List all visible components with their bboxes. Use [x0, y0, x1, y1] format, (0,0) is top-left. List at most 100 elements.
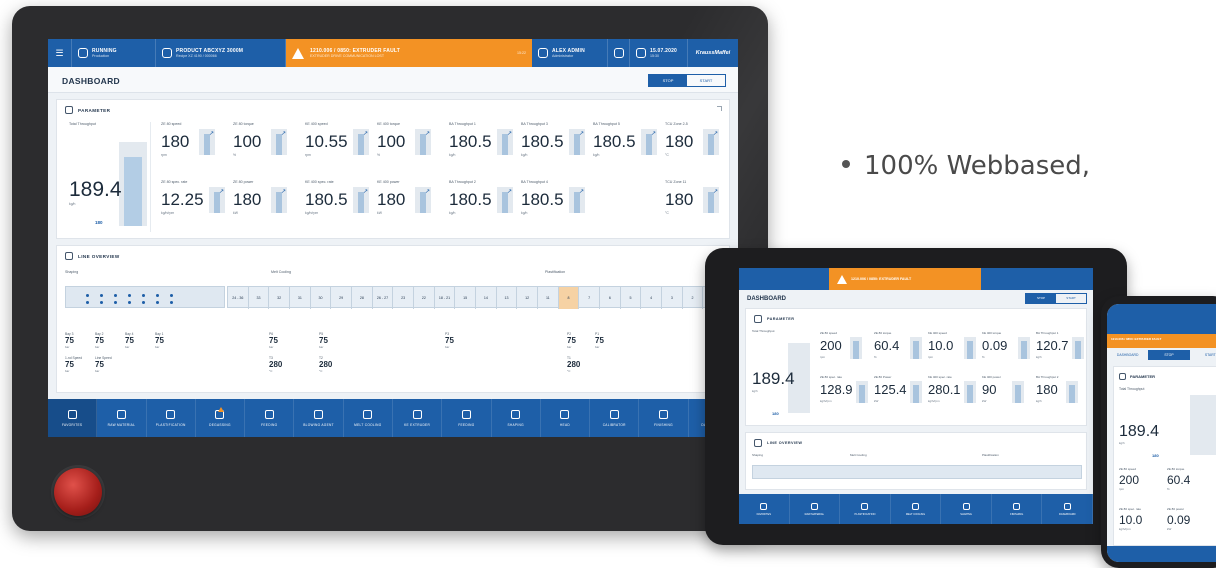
parameter-tile[interactable]: ZE 80 spec. rate 12.25 kg/h/rpm ↗ — [161, 180, 225, 220]
phone-parameter-tile[interactable]: ZE 80 power 0.09 kW — [1167, 507, 1213, 543]
zone-cell[interactable]: 6 — [600, 287, 621, 309]
zone-cell[interactable]: 26 - 27 — [373, 287, 394, 309]
nav-item-ke-extruder[interactable]: KE EXTRUDER — [393, 399, 443, 437]
nav-item-plastification[interactable]: PLASTIFICATION — [147, 399, 196, 437]
zone-cell[interactable]: 13 — [497, 287, 518, 309]
tablet-parameter-tile[interactable]: BA Throughput 2 180 kg/h — [1036, 375, 1092, 409]
tablet-nav-item-finishing[interactable]: FINISHING — [992, 494, 1043, 524]
zone-cell[interactable]: 12 — [517, 287, 538, 309]
parameter-tile[interactable]: BA Throughput 4 180.5 kg/h ↗ — [521, 180, 585, 220]
tablet-parameter-tile[interactable]: ZE 80 torque 60.4% — [874, 331, 930, 365]
expand-icon[interactable] — [717, 106, 722, 111]
tablet-line-strip[interactable] — [752, 465, 1082, 479]
stop-button[interactable]: STOP — [649, 75, 687, 86]
parameter-tile[interactable]: BA Throughput 1 180.5 kg/h ↗ — [449, 122, 513, 162]
zone-cell[interactable]: 2 — [683, 287, 704, 309]
tablet-nav-item-dashboard[interactable]: DASHBOARD — [1042, 494, 1093, 524]
parameter-tile[interactable]: BA Throughput 3 180.5 kg/h ↗ — [521, 122, 585, 162]
nav-item-raw-material[interactable]: RAW MATERIAL — [97, 399, 147, 437]
tile-label: TCU Zone 2-5 — [665, 122, 688, 126]
phone-parameter-tile[interactable]: ZE 80 spec. rate 10.0 kg/h/rpm — [1119, 507, 1165, 543]
zone-cell[interactable]: 8 — [558, 287, 580, 309]
tablet-nav-item-plastification[interactable]: PLASTIFICATION — [840, 494, 891, 524]
nav-icon — [314, 409, 324, 419]
parameter-tile[interactable]: BA Throughput 2 180.5 kg/h ↗ — [449, 180, 513, 220]
nav-item-blowing-agent[interactable]: BLOWING AGENT — [294, 399, 344, 437]
nav-item-shaping[interactable]: SHAPING — [492, 399, 541, 437]
tablet-nav-item-melt-cooling[interactable]: MELT COOLING — [891, 494, 942, 524]
start-button[interactable]: START — [687, 75, 725, 86]
tablet-parameter-tile[interactable]: BA Throughput 1 120.7 kg/h — [1036, 331, 1092, 365]
phone-parameter-tile[interactable]: ZE 80 torque 60.4% — [1167, 467, 1213, 503]
zone-cell[interactable]: 5 — [621, 287, 642, 309]
nav-item-head[interactable]: HEAD — [541, 399, 591, 437]
product-display[interactable]: PRODUCT ABCXYZ 3000M Recipe XZ 4190 / 000… — [156, 39, 286, 67]
tablet-alarm-banner[interactable]: 1210.006 / 0850: EXTRUDER FAULT — [829, 268, 981, 290]
nav-item-finishing[interactable]: FINISHING — [639, 399, 689, 437]
menu-button[interactable]: ☰ — [48, 39, 72, 67]
zone-cell[interactable]: 7 — [579, 287, 600, 309]
trend-icon: ↗ — [209, 131, 215, 137]
parameter-tile[interactable]: KE 400 spec. rate 180.5 kg/h/rpm ↗ — [305, 180, 369, 220]
tablet-parameter-tile[interactable]: KE 400 speed 10.0 rpm — [928, 331, 984, 365]
emergency-stop-button[interactable] — [54, 468, 102, 516]
zone-cell[interactable]: 22 — [414, 287, 435, 309]
tile-unit: % — [377, 153, 381, 157]
nav-item-feeding[interactable]: FEEDING — [245, 399, 295, 437]
user-display[interactable]: ALEX ADMIN Administrator — [532, 39, 608, 67]
tablet-parameter-tile[interactable]: ZE 80 spec. rate 128.9 kg/h/rpm — [820, 375, 876, 409]
tablet-nav-item-raw-material[interactable]: RAW MATERIAL — [790, 494, 841, 524]
parameter-tile[interactable]: TCU Zone 2-5 180 °C ↗ — [665, 122, 727, 162]
tablet-parameter-tile[interactable]: ZE 80 speed 200 rpm — [820, 331, 876, 365]
tablet-stop-button[interactable]: STOP — [1026, 294, 1056, 303]
phone-start-button[interactable]: START — [1190, 350, 1216, 360]
status-display[interactable]: RUNNING Production — [72, 39, 156, 67]
tablet-nav-item-shaping[interactable]: SHAPING — [941, 494, 992, 524]
zone-cell[interactable]: 30 — [311, 287, 332, 309]
zone-cell[interactable]: 18 - 21 — [435, 287, 456, 309]
phone-stop-button[interactable]: STOP — [1148, 350, 1190, 360]
nav-item-calibrator[interactable]: CALIBRATOR — [590, 399, 640, 437]
shaping-strip[interactable] — [65, 286, 225, 308]
parameter-tile[interactable]: ZE 80 power 180 kW ↗ — [233, 180, 295, 220]
nav-item-degassing[interactable]: DEGASSING — [196, 399, 246, 437]
zone-cell[interactable]: 28 — [352, 287, 373, 309]
zone-cell[interactable]: 23 — [393, 287, 414, 309]
nav-label: FINISHING — [1010, 512, 1024, 516]
tablet-parameter-tile[interactable]: KE 400 power 90 kW — [982, 375, 1038, 409]
total-throughput-tile[interactable]: Total Throughput 189.4 kg/h 180 — [65, 122, 151, 232]
tile-unit: kg/h — [752, 389, 758, 393]
alarm-banner[interactable]: 1210.006 / 0850: EXTRUDER FAULT EXTRUDER … — [286, 39, 532, 67]
parameter-tile[interactable]: KE 400 torque 100% ↗ — [377, 122, 439, 162]
tablet-parameter-tile[interactable]: KE 400 torque 0.09% — [982, 331, 1038, 365]
parameter-tile[interactable]: KE 400 power 180 kW ↗ — [377, 180, 439, 220]
zone-cell[interactable]: 33 — [249, 287, 270, 309]
zone-cell[interactable]: 29 — [331, 287, 352, 309]
parameter-tile[interactable]: BA Throughput 5 180.5 kg/h ↗ — [593, 122, 657, 162]
zone-cell[interactable]: 3 — [662, 287, 683, 309]
phone-parameter-tile[interactable]: ZE 80 speed 200 rpm — [1119, 467, 1165, 503]
zone-cell[interactable]: 4 — [641, 287, 662, 309]
tablet-parameter-tile[interactable]: KE 400 spec. rate 280.1 kg/h/rpm — [928, 375, 984, 409]
parameter-tile[interactable]: TCU Zone 11 180 °C ↗ — [665, 180, 727, 220]
zone-cell[interactable]: 32 — [269, 287, 290, 309]
tablet-total-tile[interactable]: Total Throughput 189.4 kg/h 180 — [752, 329, 812, 421]
extruder-strip[interactable]: 24 - 36 33 32 31 30 29 28 26 - 27 23 22 18 - 21 15 1… — [227, 286, 724, 309]
tablet-nav-item-favorites[interactable]: FAVORITES — [739, 494, 790, 524]
nav-item-melt-cooling[interactable]: MELT COOLING — [344, 399, 393, 437]
parameter-tile[interactable]: ZE 80 torque 100% ↗ — [233, 122, 295, 162]
parameter-tile[interactable]: KE 400 speed 10.55 rpm ↗ — [305, 122, 369, 162]
parameter-tile[interactable]: ZE 80 speed 180 rpm ↗ — [161, 122, 223, 162]
zone-cell[interactable]: 14 — [476, 287, 497, 309]
phone-alarm-banner[interactable]: 1210.006 / 0850: EXTRUDER FAULT — [1107, 334, 1216, 348]
zone-cell[interactable]: 15 — [455, 287, 476, 309]
zone-cell[interactable]: 11 — [538, 287, 559, 309]
zone-cell[interactable]: 31 — [290, 287, 311, 309]
settings-button[interactable] — [608, 39, 630, 67]
nav-icon — [760, 502, 768, 510]
tablet-start-button[interactable]: START — [1056, 294, 1086, 303]
zone-cell[interactable]: 24 - 36 — [228, 287, 249, 309]
nav-item-favorites[interactable]: FAVORITES — [48, 399, 98, 437]
nav-item-feeding[interactable]: FEEDING — [442, 399, 492, 437]
tablet-parameter-tile[interactable]: ZE 80 Power 125.4 kW — [874, 375, 930, 409]
